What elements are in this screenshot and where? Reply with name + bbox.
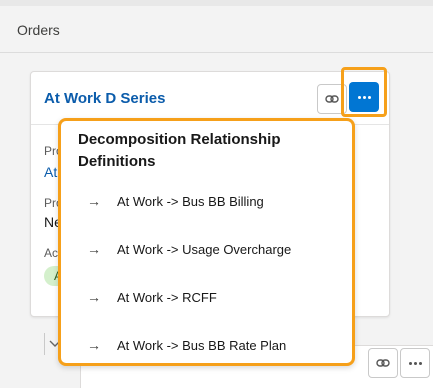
card-title-link[interactable]: At Work D Series: [44, 90, 165, 107]
more-actions-icon: [408, 361, 422, 365]
arrow-right-icon: →: [87, 289, 101, 305]
menu-item-label: At Work -> Usage Overcharge: [117, 241, 292, 257]
menu-item-label: At Work -> Bus BB Billing: [117, 193, 264, 209]
more-actions-highlight: [341, 67, 387, 117]
menu-item-rcff[interactable]: → At Work -> RCFF: [87, 287, 337, 307]
arrow-right-icon: →: [87, 241, 101, 257]
field-value-product-link[interactable]: At: [44, 164, 57, 180]
lower-link-button[interactable]: [368, 348, 398, 378]
arrow-right-icon: →: [87, 337, 101, 353]
menu-item-label: At Work -> Bus BB Rate Plan: [117, 337, 287, 353]
menu-item-usage-overcharge[interactable]: → At Work -> Usage Overcharge: [87, 239, 337, 259]
menu-item-bus-bb-billing[interactable]: → At Work -> Bus BB Billing: [87, 191, 337, 211]
menu-item-bus-bb-rate-plan[interactable]: → At Work -> Bus BB Rate Plan: [87, 335, 337, 355]
field-label-third: Ac: [44, 246, 59, 260]
menu-item-label: At Work -> RCFF: [117, 289, 217, 305]
menu-heading: Decomposition Relationship Definitions: [78, 131, 281, 170]
link-icon: [376, 359, 390, 367]
lower-more-actions-button[interactable]: [400, 348, 430, 378]
actions-dropdown-menu: Decomposition Relationship Definitions →…: [58, 118, 355, 366]
page-header: Orders: [0, 6, 433, 53]
page-title: Orders: [17, 22, 60, 38]
link-icon: [325, 95, 339, 103]
arrow-right-icon: →: [87, 193, 101, 209]
